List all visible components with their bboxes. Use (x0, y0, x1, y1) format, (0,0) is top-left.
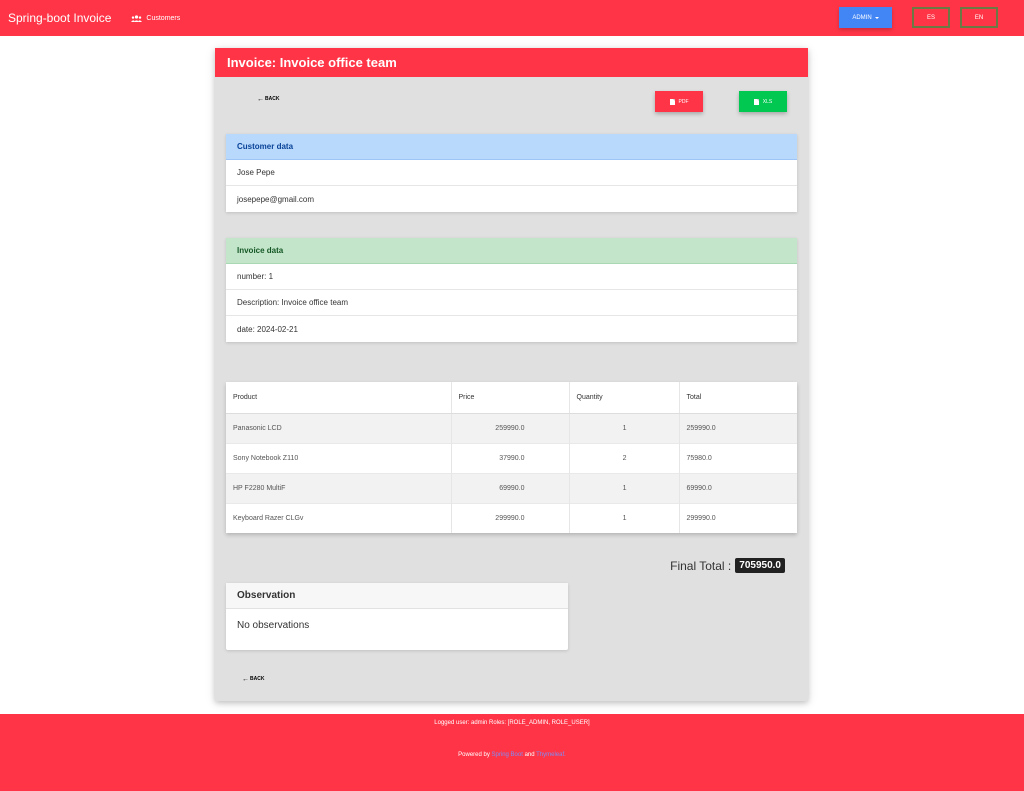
table-header-row: Product Price Quantity Total (226, 382, 797, 414)
invoice-number: number: 1 (226, 264, 797, 290)
final-total-badge: 705950.0 (735, 558, 785, 573)
cell-product: Sony Notebook Z110 (226, 442, 452, 473)
lang-es-button[interactable]: ES (912, 7, 950, 28)
col-header-product: Product (226, 382, 452, 414)
customer-email: josepepe@gmail.com (237, 194, 315, 204)
final-total-label: Final Total : (670, 558, 732, 573)
table-row: Panasonic LCD 259990.0 1 259990.0 (226, 412, 797, 443)
final-total: Final Total : 705950.0 (670, 558, 785, 573)
cell-quantity: 1 (569, 472, 680, 503)
col-header-price: Price (451, 382, 570, 414)
invoice-data-heading: Invoice data (226, 238, 797, 264)
back-link-bottom[interactable]: ← BACK (242, 675, 265, 683)
observation-text: No observations (237, 620, 310, 631)
cell-product: HP F2280 MultiF (226, 472, 452, 503)
nav-customers-label: Customers (146, 14, 181, 22)
thymeleaf-link[interactable]: Thymeleaf. (536, 752, 566, 758)
table-row: HP F2280 MultiF 69990.0 1 69990.0 (226, 472, 797, 503)
cell-price: 37990.0 (451, 442, 570, 473)
observation-heading: Observation (226, 583, 568, 609)
cell-total: 299990.0 (679, 502, 797, 533)
observation-card: Observation No observations (226, 583, 568, 650)
powered-and: and (524, 752, 535, 758)
col-header-total: Total (679, 382, 797, 414)
items-table-wrapper: Product Price Quantity Total Panasonic L… (226, 382, 797, 533)
invoice-title: Invoice: Invoice office team (215, 48, 808, 77)
brand-link[interactable]: Spring-boot Invoice (8, 11, 111, 25)
users-icon (131, 14, 143, 22)
cell-price: 259990.0 (451, 412, 570, 443)
invoice-data-panel: Invoice data number: 1 Description: Invo… (226, 238, 797, 342)
customer-name: Jose Pepe (226, 160, 797, 186)
invoice-card: Invoice: Invoice office team ← BACK PDF … (215, 48, 808, 701)
caret-down-icon (874, 16, 879, 19)
footer-powered-by: Powered by Spring Boot and Thymeleaf. (0, 752, 1024, 758)
file-pdf-icon (669, 98, 675, 105)
nav-customers-link[interactable]: Customers (131, 15, 180, 22)
cell-total: 69990.0 (679, 472, 797, 503)
file-excel-icon (753, 98, 759, 105)
invoice-description: Description: Invoice office team (226, 290, 797, 316)
export-xls-button[interactable]: XLS (739, 91, 787, 112)
top-navbar: Spring-boot Invoice Customers ADMIN ES E… (0, 0, 1024, 36)
spring-boot-link[interactable]: Spring Boot (492, 752, 523, 758)
pdf-label: PDF (678, 98, 689, 105)
arrow-left-icon: ← (257, 95, 264, 103)
items-table: Product Price Quantity Total Panasonic L… (226, 382, 797, 533)
back-link-top[interactable]: ← BACK (257, 95, 280, 103)
lang-en-button[interactable]: EN (960, 7, 998, 28)
cell-total: 75980.0 (679, 442, 797, 473)
cell-price: 69990.0 (451, 472, 570, 503)
cell-quantity: 1 (569, 412, 680, 443)
powered-prefix: Powered by (458, 752, 490, 758)
export-pdf-button[interactable]: PDF (655, 91, 703, 112)
cell-product: Panasonic LCD (226, 412, 452, 443)
cell-total: 259990.0 (679, 412, 797, 443)
customer-data-heading: Customer data (226, 134, 797, 160)
xls-label: XLS (762, 98, 773, 105)
col-header-quantity: Quantity (569, 382, 680, 414)
customer-data-panel: Customer data Jose Pepe josepepe@gmail.c… (226, 134, 797, 212)
arrow-left-icon: ← (242, 675, 249, 683)
invoice-date: date: 2024-02-21 (237, 324, 298, 334)
admin-dropdown-button[interactable]: ADMIN (839, 7, 892, 28)
admin-label: ADMIN (852, 14, 872, 21)
cell-price: 299990.0 (451, 502, 570, 533)
cell-quantity: 1 (569, 502, 680, 533)
footer-logged-user: Logged user: admin Roles: [ROLE_ADMIN, R… (434, 720, 590, 726)
table-row: Sony Notebook Z110 37990.0 2 75980.0 (226, 442, 797, 473)
table-row: Keyboard Razer CLGv 299990.0 1 299990.0 (226, 502, 797, 533)
footer: Logged user: admin Roles: [ROLE_ADMIN, R… (0, 714, 1024, 791)
back-label: BACK (250, 676, 265, 682)
cell-product: Keyboard Razer CLGv (226, 502, 452, 533)
cell-quantity: 2 (569, 442, 680, 473)
back-label: BACK (265, 96, 280, 102)
